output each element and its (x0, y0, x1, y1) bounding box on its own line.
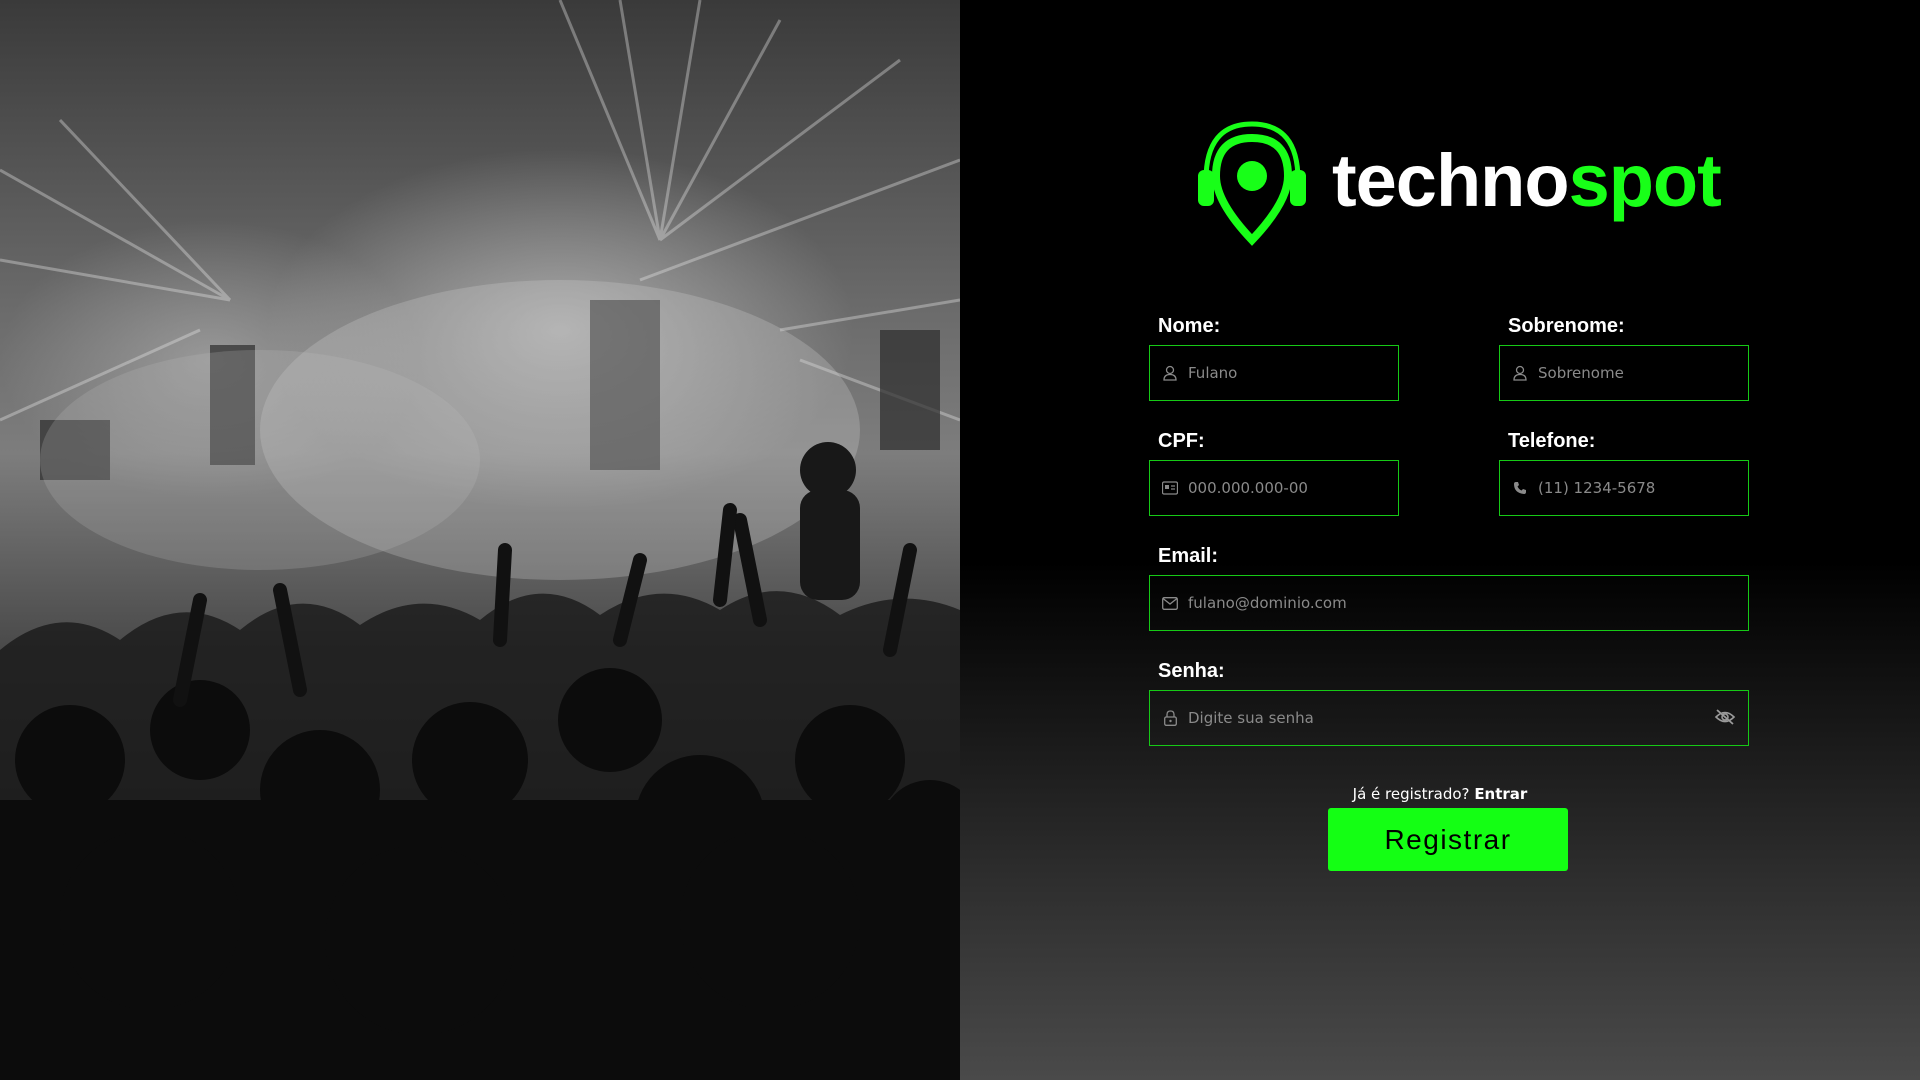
sobrenome-label: Sobrenome: (1508, 315, 1625, 337)
email-label: Email: (1158, 545, 1219, 567)
cpf-field: CPF: (1149, 430, 1399, 516)
cpf-label: CPF: (1158, 430, 1205, 452)
nome-field: Nome: (1149, 315, 1399, 401)
brand-name-part1: techno (1332, 139, 1570, 222)
cpf-input-box (1149, 460, 1399, 516)
brand-name-part2: spot (1568, 139, 1722, 222)
login-prompt: Já é registrado? Entrar (960, 785, 1920, 803)
telefone-input-box (1499, 460, 1749, 516)
email-input-box (1149, 575, 1749, 631)
email-input[interactable] (1188, 594, 1657, 612)
sobrenome-field: Sobrenome: (1499, 315, 1749, 401)
register-panel: technospot Nome: Sobrenome: CPF: (960, 0, 1920, 1080)
telefone-input[interactable] (1538, 479, 1727, 497)
email-field: Email: (1149, 545, 1749, 631)
nome-label: Nome: (1158, 315, 1221, 337)
telefone-field: Telefone: (1499, 430, 1749, 516)
envelope-icon (1162, 595, 1178, 611)
senha-field: Senha: (1149, 660, 1749, 746)
lock-icon (1162, 710, 1178, 726)
eye-slash-icon[interactable] (1714, 708, 1736, 730)
nome-input[interactable] (1188, 364, 1377, 382)
hero-image (0, 0, 960, 1080)
brand-logo: technospot (1192, 118, 1752, 248)
senha-label: Senha: (1158, 660, 1225, 682)
login-prompt-text: Já é registrado? (1352, 785, 1470, 803)
id-card-icon (1162, 480, 1178, 496)
sobrenome-input[interactable] (1538, 364, 1727, 382)
senha-input-box (1149, 690, 1749, 746)
phone-icon (1512, 480, 1528, 496)
senha-input[interactable] (1188, 709, 1657, 727)
user-icon (1162, 365, 1178, 381)
cpf-input[interactable] (1188, 479, 1377, 497)
register-button[interactable]: Registrar (1328, 808, 1568, 871)
sobrenome-input-box (1499, 345, 1749, 401)
nome-input-box (1149, 345, 1399, 401)
login-link[interactable]: Entrar (1474, 785, 1527, 803)
user-icon (1512, 365, 1528, 381)
telefone-label: Telefone: (1508, 430, 1596, 452)
